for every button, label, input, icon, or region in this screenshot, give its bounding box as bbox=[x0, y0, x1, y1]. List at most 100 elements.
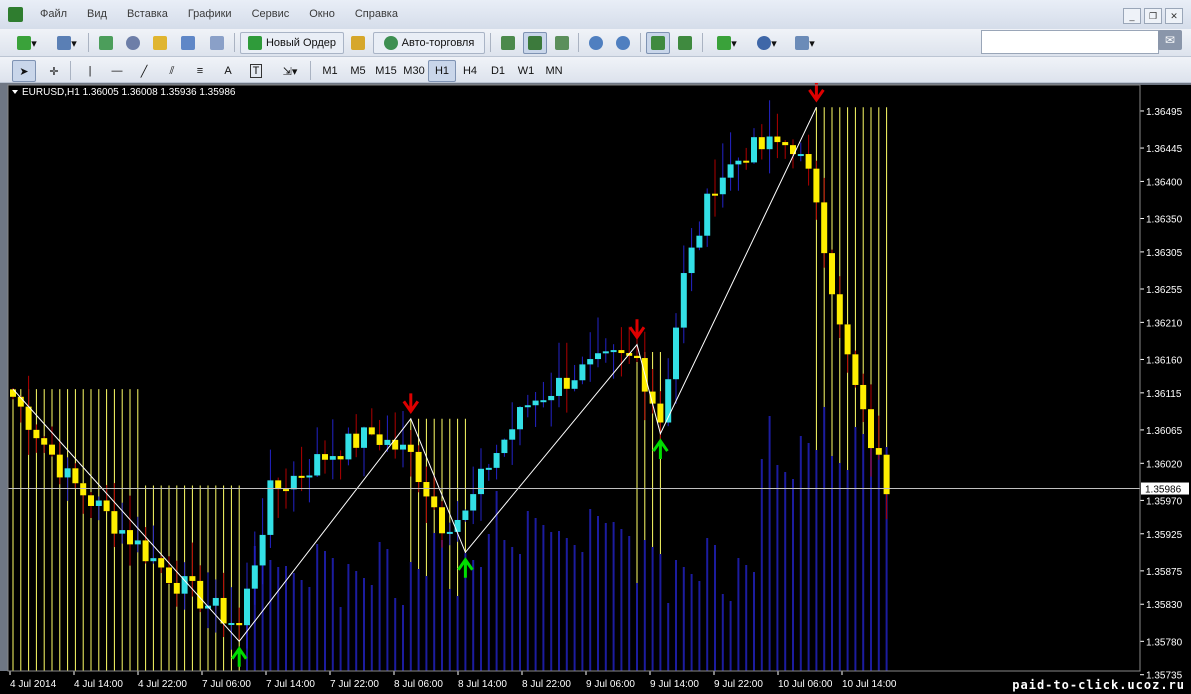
candle-body-29 bbox=[236, 623, 243, 626]
menu-item-4[interactable]: Сервис bbox=[242, 8, 300, 20]
profiles-icon bbox=[57, 36, 72, 50]
crosshair-button[interactable]: ✛ bbox=[42, 60, 66, 82]
clock-icon bbox=[757, 36, 772, 50]
metaeditor-icon bbox=[351, 36, 365, 50]
zoom-in-icon bbox=[589, 36, 603, 50]
strategy-tester-button[interactable] bbox=[205, 32, 229, 54]
candle-body-63 bbox=[501, 439, 508, 454]
timeframe-mn[interactable]: MN bbox=[540, 60, 568, 82]
horizontal-line-button[interactable]: — bbox=[105, 60, 129, 82]
close-button[interactable]: ✕ bbox=[1165, 8, 1183, 24]
menu-item-2[interactable]: Вставка bbox=[117, 8, 178, 20]
candle-body-36 bbox=[290, 475, 297, 490]
candle-body-74 bbox=[587, 359, 594, 365]
candle-body-80 bbox=[634, 355, 640, 359]
label-tool-label: T bbox=[249, 64, 263, 78]
candle-body-6 bbox=[56, 454, 63, 478]
candle-body-4 bbox=[41, 438, 48, 445]
candle-body-37 bbox=[298, 475, 305, 478]
y-tick-label-12: 1.35925 bbox=[1146, 530, 1183, 541]
menu-item-0[interactable]: Файл bbox=[30, 8, 77, 20]
templates-button[interactable]: ▾ bbox=[786, 32, 824, 54]
candle-body-97 bbox=[766, 136, 773, 150]
trendline-button[interactable]: ╱ bbox=[132, 60, 156, 82]
cursor-icon: ➤ bbox=[19, 65, 29, 78]
zoom-out-button[interactable] bbox=[611, 32, 635, 54]
candle-body-35 bbox=[283, 489, 289, 492]
candle-body-105 bbox=[829, 253, 835, 295]
candle-body-103 bbox=[813, 168, 820, 203]
market-watch-button[interactable] bbox=[94, 32, 118, 54]
candle-body-38 bbox=[306, 475, 313, 478]
menu-item-1[interactable]: Вид bbox=[77, 8, 117, 20]
equidistant-channel-button[interactable]: ⫽ bbox=[160, 60, 184, 82]
price-badge-label: 1.35986 bbox=[1145, 485, 1182, 496]
search-input[interactable] bbox=[981, 30, 1159, 54]
chat-icon[interactable]: ✉ bbox=[1158, 30, 1182, 50]
candle-body-101 bbox=[797, 154, 804, 157]
vertical-line-button[interactable]: | bbox=[78, 60, 102, 82]
terminal-button[interactable] bbox=[176, 32, 200, 54]
autotrading-button[interactable]: Авто-торговля bbox=[373, 32, 485, 54]
menu-item-3[interactable]: Графики bbox=[178, 8, 242, 20]
periods-button[interactable]: ▾ bbox=[748, 32, 786, 54]
timeframe-m30[interactable]: M30 bbox=[400, 60, 428, 82]
x-tick-label-8: 8 Jul 22:00 bbox=[522, 679, 571, 690]
x-tick-label-3: 7 Jul 06:00 bbox=[202, 679, 251, 690]
x-tick-label-9: 9 Jul 06:00 bbox=[586, 679, 635, 690]
new-order-icon bbox=[247, 36, 262, 50]
candle-body-78 bbox=[618, 350, 625, 354]
new-chart-button[interactable]: ▾ bbox=[8, 32, 46, 54]
indicators-icon bbox=[717, 36, 732, 50]
profiles-button[interactable]: ▾ bbox=[48, 32, 86, 54]
candle-body-98 bbox=[774, 136, 781, 143]
candle-body-43 bbox=[345, 433, 352, 460]
timeframe-h1[interactable]: H1 bbox=[428, 60, 456, 82]
data-window-button[interactable] bbox=[121, 32, 145, 54]
price-chart[interactable]: 1.36495 1.36445 1.36400 1.36350 1.36305 1.362… bbox=[0, 83, 1191, 694]
label-tool-button[interactable]: T bbox=[244, 60, 268, 82]
zoom-in-button[interactable] bbox=[584, 32, 608, 54]
bar-chart-button[interactable] bbox=[496, 32, 520, 54]
autotrading-icon bbox=[383, 36, 398, 50]
minimize-button[interactable]: _ bbox=[1123, 8, 1141, 24]
candle-body-32 bbox=[259, 534, 266, 566]
menu-item-6[interactable]: Справка bbox=[345, 8, 408, 20]
timeframe-m15[interactable]: M15 bbox=[372, 60, 400, 82]
arrows-button[interactable]: ⇲▾ bbox=[274, 60, 306, 82]
candle-body-99 bbox=[782, 142, 789, 146]
candle-body-84 bbox=[665, 379, 672, 423]
metaeditor-button[interactable] bbox=[346, 32, 370, 54]
text-tool-button[interactable]: A bbox=[216, 60, 240, 82]
fibonacci-button[interactable]: ≡ bbox=[188, 60, 212, 82]
candle-body-13 bbox=[111, 511, 118, 534]
indicators-button[interactable]: ▾ bbox=[708, 32, 746, 54]
line-chart-button[interactable] bbox=[550, 32, 574, 54]
new-order-button[interactable]: Новый Ордер bbox=[240, 32, 344, 54]
candle-body-67 bbox=[532, 400, 539, 406]
candle-body-108 bbox=[852, 354, 859, 385]
terminal-icon bbox=[181, 36, 195, 50]
navigator-button[interactable] bbox=[148, 32, 172, 54]
candle-body-10 bbox=[88, 495, 94, 506]
candle-body-41 bbox=[329, 456, 336, 460]
timeframe-m1[interactable]: M1 bbox=[316, 60, 344, 82]
cursor-button[interactable]: ➤ bbox=[12, 60, 36, 82]
x-tick-label-7: 8 Jul 14:00 bbox=[458, 679, 507, 690]
candle-body-90 bbox=[712, 193, 718, 196]
candle-body-23 bbox=[189, 576, 196, 581]
candle-body-86 bbox=[680, 273, 687, 328]
timeframe-w1[interactable]: W1 bbox=[512, 60, 540, 82]
chart-shift-button[interactable] bbox=[673, 32, 697, 54]
autoscroll-button[interactable] bbox=[646, 32, 670, 54]
candle-body-16 bbox=[134, 540, 141, 545]
timeframe-d1[interactable]: D1 bbox=[484, 60, 512, 82]
candle-body-110 bbox=[868, 409, 874, 449]
restore-button[interactable]: ❐ bbox=[1144, 8, 1162, 24]
candlestick-button[interactable] bbox=[523, 32, 547, 54]
timeframe-h4[interactable]: H4 bbox=[456, 60, 484, 82]
menu-item-5[interactable]: Окно bbox=[299, 8, 345, 20]
timeframe-m5[interactable]: M5 bbox=[344, 60, 372, 82]
fibonacci-icon: ≡ bbox=[196, 65, 204, 77]
candle-body-47 bbox=[376, 434, 383, 445]
